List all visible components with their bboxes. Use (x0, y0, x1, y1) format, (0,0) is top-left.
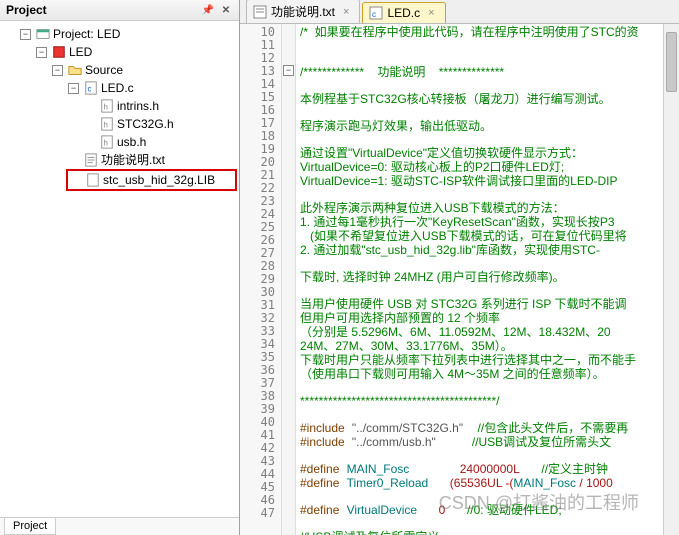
h-file-icon: h (100, 99, 114, 113)
tree-file-txt[interactable]: 功能说明.txt (66, 151, 237, 169)
expand-icon[interactable]: − (52, 65, 63, 76)
code-view[interactable]: /* 如果要在程序中使用此代码，请在程序中注明使用了STC的资 /*******… (296, 24, 679, 535)
c-file-icon: c (369, 6, 383, 20)
project-pane: Project 📌 ✕ − Project: LED − (0, 0, 240, 535)
vertical-scrollbar[interactable] (663, 24, 679, 535)
close-icon[interactable]: × (343, 6, 349, 18)
tree-label: LED (69, 43, 92, 61)
workspace-icon (36, 27, 50, 41)
target-icon (52, 45, 66, 59)
lib-file-icon (86, 173, 100, 187)
tree-label: LED.c (101, 79, 134, 97)
close-icon[interactable]: × (428, 7, 434, 19)
tab-label: 功能说明.txt (271, 3, 335, 20)
line-gutter: 10 11 12 13 14 15 16 17 18 19 20 21 22 2… (240, 24, 282, 535)
editor-area: 功能说明.txt × c LED.c × 10 11 12 13 14 15 1… (240, 0, 679, 535)
txt-file-icon (253, 5, 267, 19)
editor-tabs: 功能说明.txt × c LED.c × (240, 0, 679, 24)
tree-label: Source (85, 61, 123, 79)
tab-label: LED.c (387, 6, 420, 20)
h-file-icon: h (100, 135, 114, 149)
svg-text:c: c (88, 85, 92, 94)
tree-root[interactable]: − Project: LED (18, 25, 237, 43)
tab-funcdesc[interactable]: 功能说明.txt × (246, 0, 360, 23)
expand-icon[interactable]: − (68, 83, 79, 94)
svg-text:c: c (372, 10, 376, 19)
pane-title: Project (6, 3, 47, 17)
tree-label: 功能说明.txt (101, 151, 165, 169)
expand-icon[interactable]: − (36, 47, 47, 58)
c-file-icon: c (84, 81, 98, 95)
tree-label: Project: LED (53, 25, 120, 43)
close-pane-icon[interactable]: ✕ (219, 3, 233, 17)
expand-icon[interactable]: − (20, 29, 31, 40)
tree-file-c[interactable]: − c LED.c (66, 79, 237, 97)
scroll-thumb[interactable] (666, 32, 677, 92)
fold-toggle[interactable]: − (283, 65, 294, 76)
fold-gutter: − (282, 24, 296, 535)
txt-file-icon (84, 153, 98, 167)
tree-label: intrins.h (117, 97, 159, 115)
tree-label: STC32G.h (117, 115, 174, 133)
tab-led-c[interactable]: c LED.c × (362, 2, 445, 23)
svg-text:h: h (104, 103, 108, 112)
tree-group[interactable]: − Source (50, 61, 237, 79)
tree-file-h[interactable]: h STC32G.h (82, 115, 237, 133)
tree-file-h[interactable]: h intrins.h (82, 97, 237, 115)
tree-file-lib[interactable]: stc_usb_hid_32g.LIB (66, 169, 237, 191)
svg-text:h: h (104, 139, 108, 148)
project-tree[interactable]: − Project: LED − LED − (0, 21, 239, 517)
tree-file-h[interactable]: h usb.h (82, 133, 237, 151)
tree-label: stc_usb_hid_32g.LIB (103, 171, 215, 189)
tree-target[interactable]: − LED (34, 43, 237, 61)
pin-icon[interactable]: 📌 (201, 3, 215, 17)
pane-footer: Project (0, 517, 239, 535)
h-file-icon: h (100, 117, 114, 131)
footer-tab-project[interactable]: Project (4, 518, 56, 535)
tree-label: usb.h (117, 133, 146, 151)
pane-header: Project 📌 ✕ (0, 0, 239, 21)
folder-icon (68, 63, 82, 77)
svg-text:h: h (104, 121, 108, 130)
